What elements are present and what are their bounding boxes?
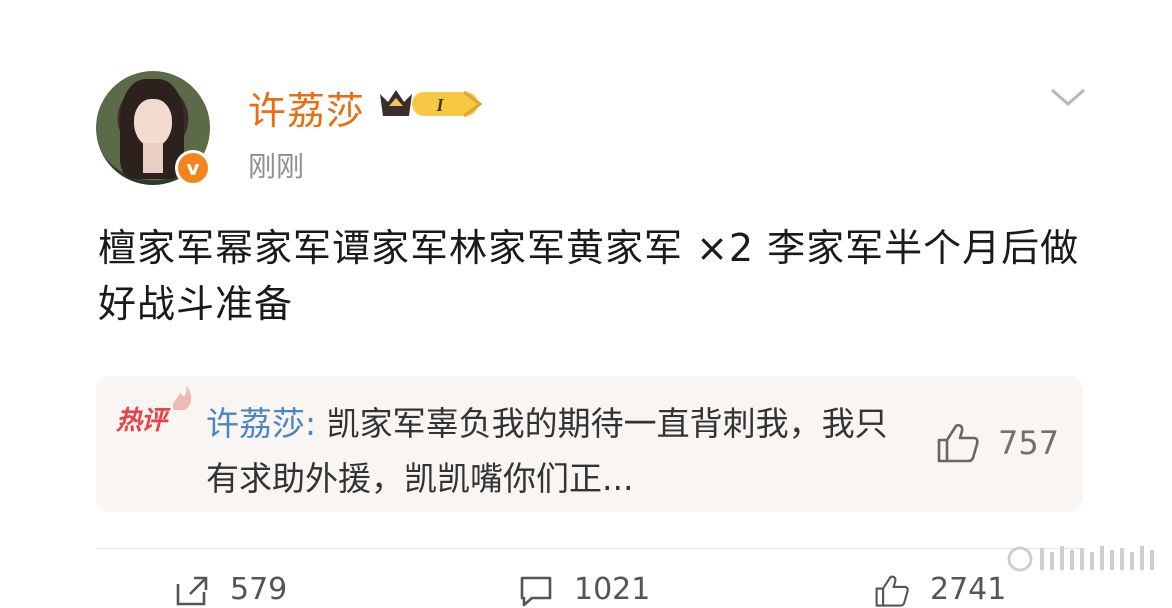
vip-crown-icon[interactable]: I	[378, 84, 484, 122]
repost-icon	[176, 576, 208, 606]
hot-comment-username[interactable]: 许荔莎	[206, 404, 305, 443]
hot-comment-text: 许荔莎: 凯家军辜负我的期待一直背刺我，我只有求助外援，凯凯嘴你们正...	[206, 396, 906, 506]
post-username[interactable]: 许荔莎	[248, 80, 365, 135]
hot-comment-tag: 热评	[116, 406, 167, 436]
verified-badge-icon: v	[175, 150, 211, 186]
like-count: 2741	[930, 572, 1007, 607]
divider	[96, 548, 1083, 549]
hot-comment-separator: :	[305, 404, 327, 443]
comment-icon	[520, 576, 552, 607]
like-button[interactable]: 2741	[874, 572, 1006, 607]
repost-button[interactable]: 579	[174, 572, 287, 607]
comment-count: 1021	[574, 572, 651, 607]
avatar-neck	[143, 143, 163, 173]
hot-flame-icon	[172, 386, 192, 410]
avatar-face	[134, 99, 172, 147]
watermark-logo	[1007, 546, 1154, 572]
post-time: 刚刚	[248, 150, 305, 183]
chevron-down-icon[interactable]	[1048, 84, 1088, 108]
thumbs-up-icon	[875, 575, 909, 607]
comment-button[interactable]: 1021	[518, 572, 650, 607]
thumbs-up-icon[interactable]	[936, 422, 980, 464]
hot-comment-like-count: 757	[998, 424, 1060, 462]
repost-count: 579	[230, 572, 288, 607]
vip-level-text: I	[435, 95, 444, 115]
post-content: 檀家军幂家军谭家军林家军黄家军 ×2 李家军半个月后做好战斗准备	[98, 226, 1080, 326]
